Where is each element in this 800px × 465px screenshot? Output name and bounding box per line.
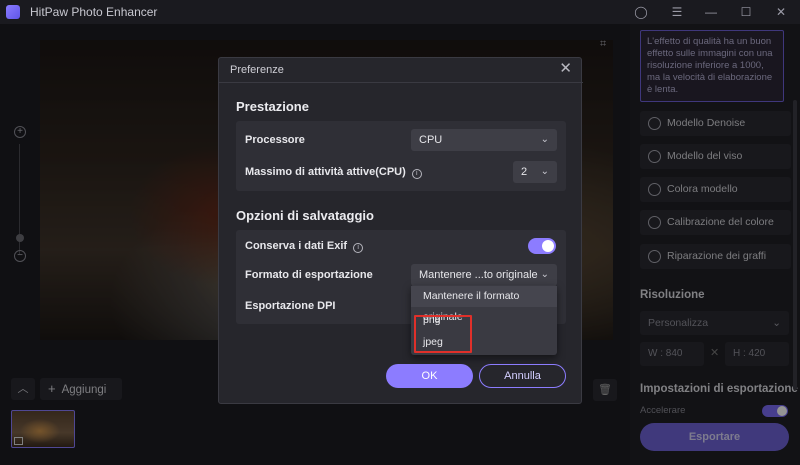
close-icon[interactable]: ✕ — [559, 61, 572, 77]
title-bar: HitPaw Photo Enhancer ◯ ☰ — ☐ ✕ — [0, 0, 800, 24]
account-icon[interactable]: ◯ — [632, 3, 650, 21]
export-format-select[interactable]: Mantenere ...to originale ⌄ — [411, 264, 557, 286]
ok-button[interactable]: OK — [386, 364, 473, 388]
preferences-dialog: Preferenze ✕ Prestazione Processore CPU … — [218, 57, 583, 404]
performance-card: Processore CPU ⌄ Massimo di attività att… — [236, 121, 566, 191]
max-tasks-value: 2 — [521, 166, 528, 178]
processor-label: Processore — [245, 134, 305, 146]
dialog-title: Preferenze — [230, 64, 284, 76]
exif-row: Conserva i dati Exif i — [245, 240, 364, 253]
chevron-down-icon: ⌄ — [540, 269, 549, 280]
highlight-box — [414, 315, 472, 353]
maximize-icon[interactable]: ☐ — [737, 3, 755, 21]
format-option-original[interactable]: Mantenere il formato originale — [411, 286, 557, 323]
max-tasks-label: Massimo di attività attive(CPU) — [245, 166, 406, 178]
processor-value: CPU — [419, 134, 443, 146]
save-options-heading: Opzioni di salvataggio — [236, 208, 374, 223]
info-icon[interactable]: i — [411, 169, 422, 179]
processor-select[interactable]: CPU ⌄ — [411, 129, 557, 151]
app-title: HitPaw Photo Enhancer — [30, 5, 158, 19]
info-icon[interactable]: i — [353, 243, 364, 253]
chevron-down-icon: ⌄ — [540, 166, 549, 177]
format-label: Formato di esportazione — [245, 269, 373, 281]
app-logo-icon — [6, 5, 20, 19]
close-window-icon[interactable]: ✕ — [772, 3, 790, 21]
minimize-icon[interactable]: — — [702, 3, 720, 21]
menu-icon[interactable]: ☰ — [668, 3, 686, 21]
exif-label: Conserva i dati Exif — [245, 240, 348, 252]
dpi-label: Esportazione DPI — [245, 300, 336, 312]
cancel-button[interactable]: Annulla — [479, 364, 566, 388]
max-tasks-select[interactable]: 2 ⌄ — [513, 161, 557, 183]
app-window: HitPaw Photo Enhancer ◯ ☰ — ☐ ✕ + − ⌗ ︿ … — [0, 0, 800, 465]
dialog-header: Preferenze ✕ — [219, 58, 583, 83]
export-format-value: Mantenere ...to originale — [419, 269, 538, 281]
performance-heading: Prestazione — [236, 99, 309, 114]
max-tasks-row: Massimo di attività attive(CPU) i — [245, 166, 422, 179]
chevron-down-icon: ⌄ — [540, 134, 549, 145]
exif-toggle[interactable] — [528, 238, 556, 254]
